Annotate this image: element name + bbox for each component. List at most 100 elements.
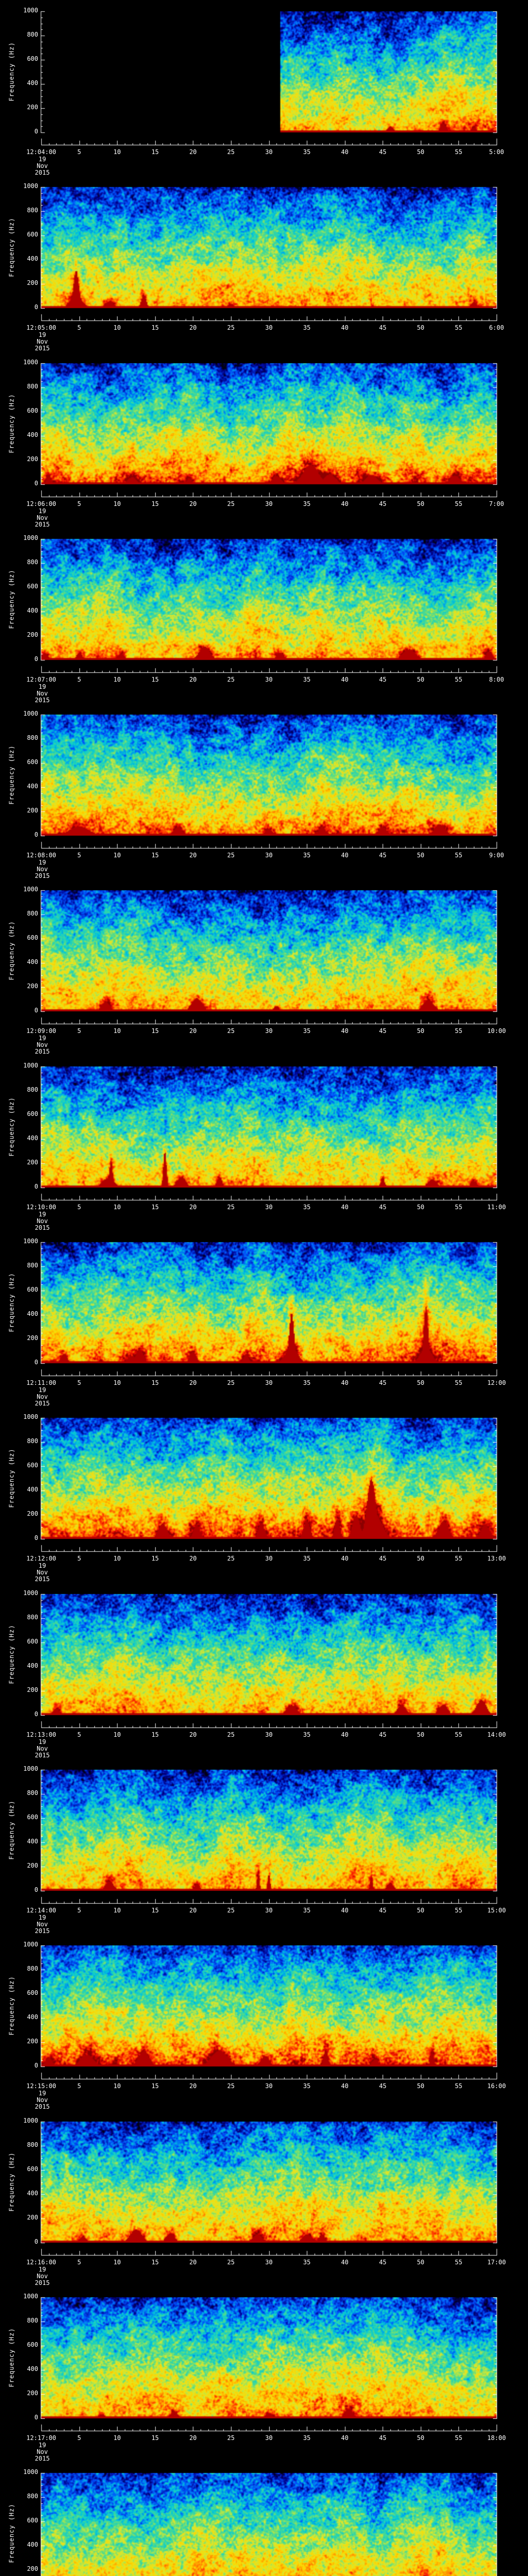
y-tick-label-400: 400 [0,783,38,790]
spectrogram-canvas [0,2462,528,2576]
y-tick-label-800: 800 [0,735,38,741]
x-minute-label-5: 5 [77,1028,81,1035]
y-tick-label-0: 0 [0,2062,38,2069]
spectrogram-panel: Frequency (Hz) 1000 800 600 400 200 0 12… [0,703,528,879]
x-minute-label-25: 25 [227,325,235,331]
x-minute-label-55: 55 [455,1380,462,1386]
y-tick-label-0: 0 [0,1535,38,1541]
y-tick-label-400: 400 [0,2190,38,2197]
x-end-time-label: 12:00 [487,1380,506,1386]
x-minute-label-40: 40 [341,1204,348,1211]
y-tick-label-600: 600 [0,1286,38,1293]
x-minute-label-25: 25 [227,1555,235,1562]
y-tick-label-600: 600 [0,1990,38,1996]
y-tick-label-1000: 1000 [0,886,38,893]
y-tick-label-600: 600 [0,583,38,590]
x-minute-label-35: 35 [303,325,310,331]
y-tick-label-0: 0 [0,656,38,663]
x-minute-label-20: 20 [189,852,196,859]
date-year-label: 2015 [35,1576,50,1583]
x-minute-label-20: 20 [189,1555,196,1562]
y-tick-label-1000: 1000 [0,710,38,717]
y-axis-title: Frequency (Hz) [9,2152,15,2211]
x-end-time-label: 18:00 [487,2435,506,2442]
x-minute-label-45: 45 [379,501,386,507]
y-tick-label-200: 200 [0,632,38,638]
x-minute-label-20: 20 [189,325,196,331]
x-end-time-label: 10:00 [487,1028,506,1035]
x-start-time-label: 12:10:00 [26,1204,56,1211]
x-minute-label-10: 10 [113,2259,121,2266]
x-minute-label-45: 45 [379,325,386,331]
x-minute-label-35: 35 [303,1028,310,1035]
y-tick-label-400: 400 [0,1311,38,1317]
x-minute-label-55: 55 [455,676,462,683]
x-minute-label-40: 40 [341,1907,348,1914]
x-minute-label-30: 30 [265,1555,272,1562]
spectrogram-panel: Frequency (Hz) 1000 800 600 400 200 0 12… [0,2110,528,2286]
y-tick-label-800: 800 [0,1262,38,1269]
y-tick-label-0: 0 [0,128,38,135]
spectrogram-panel: Frequency (Hz) 1000 800 600 400 200 0 12… [0,352,528,528]
x-minute-label-40: 40 [341,2083,348,2090]
x-minute-label-50: 50 [417,325,424,331]
y-axis-title: Frequency (Hz) [9,2328,15,2387]
y-tick-label-200: 200 [0,280,38,286]
x-minute-label-15: 15 [152,1732,159,1738]
x-minute-label-45: 45 [379,1028,386,1035]
x-start-time-label: 12:09:00 [26,1028,56,1035]
x-minute-label-30: 30 [265,2083,272,2090]
x-minute-label-35: 35 [303,1555,310,1562]
x-minute-label-20: 20 [189,1732,196,1738]
y-tick-label-800: 800 [0,910,38,917]
x-minute-label-25: 25 [227,1732,235,1738]
x-minute-label-40: 40 [341,2435,348,2442]
y-tick-label-200: 200 [0,1159,38,1166]
x-minute-label-20: 20 [189,149,196,156]
x-minute-label-20: 20 [189,1907,196,1914]
x-minute-label-45: 45 [379,1732,386,1738]
x-minute-label-55: 55 [455,1555,462,1562]
x-minute-label-30: 30 [265,325,272,331]
x-minute-label-55: 55 [455,1204,462,1211]
x-minute-label-50: 50 [417,1028,424,1035]
y-tick-label-1000: 1000 [0,2293,38,2300]
x-minute-label-45: 45 [379,852,386,859]
x-minute-label-10: 10 [113,1028,121,1035]
y-tick-label-800: 800 [0,2493,38,2500]
y-tick-label-600: 600 [0,1111,38,1117]
x-minute-label-20: 20 [189,2259,196,2266]
x-start-time-label: 12:08:00 [26,852,56,859]
y-tick-label-0: 0 [0,2414,38,2421]
y-tick-label-200: 200 [0,1511,38,1517]
spectrogram-panel: Frequency (Hz) 1000 800 600 400 200 0 12… [0,2286,528,2462]
x-minute-label-15: 15 [152,2083,159,2090]
y-tick-label-0: 0 [0,1183,38,1190]
x-minute-label-45: 45 [379,2259,386,2266]
x-minute-label-40: 40 [341,2259,348,2266]
spectrogram-panel: Frequency (Hz) 1000 800 600 400 200 0 12… [0,0,528,176]
y-tick-label-600: 600 [0,935,38,941]
x-minute-label-5: 5 [77,1732,81,1738]
x-minute-label-40: 40 [341,1028,348,1035]
y-tick-label-1000: 1000 [0,2469,38,2476]
y-axis-title: Frequency (Hz) [9,1800,15,1859]
x-start-time-label: 12:17:00 [26,2435,56,2442]
x-minute-label-15: 15 [152,2259,159,2266]
y-tick-label-200: 200 [0,1687,38,1693]
x-end-time-label: 7:00 [489,501,504,507]
y-tick-label-1000: 1000 [0,1941,38,1948]
x-minute-label-55: 55 [455,325,462,331]
x-minute-label-45: 45 [379,676,386,683]
x-minute-label-45: 45 [379,1907,386,1914]
x-minute-label-35: 35 [303,2259,310,2266]
x-minute-label-25: 25 [227,2083,235,2090]
x-minute-label-20: 20 [189,1380,196,1386]
x-minute-label-45: 45 [379,1380,386,1386]
x-minute-label-50: 50 [417,1555,424,1562]
x-minute-label-55: 55 [455,852,462,859]
x-minute-label-50: 50 [417,676,424,683]
date-year-label: 2015 [35,345,50,352]
x-minute-label-55: 55 [455,2083,462,2090]
y-tick-label-800: 800 [0,1790,38,1797]
